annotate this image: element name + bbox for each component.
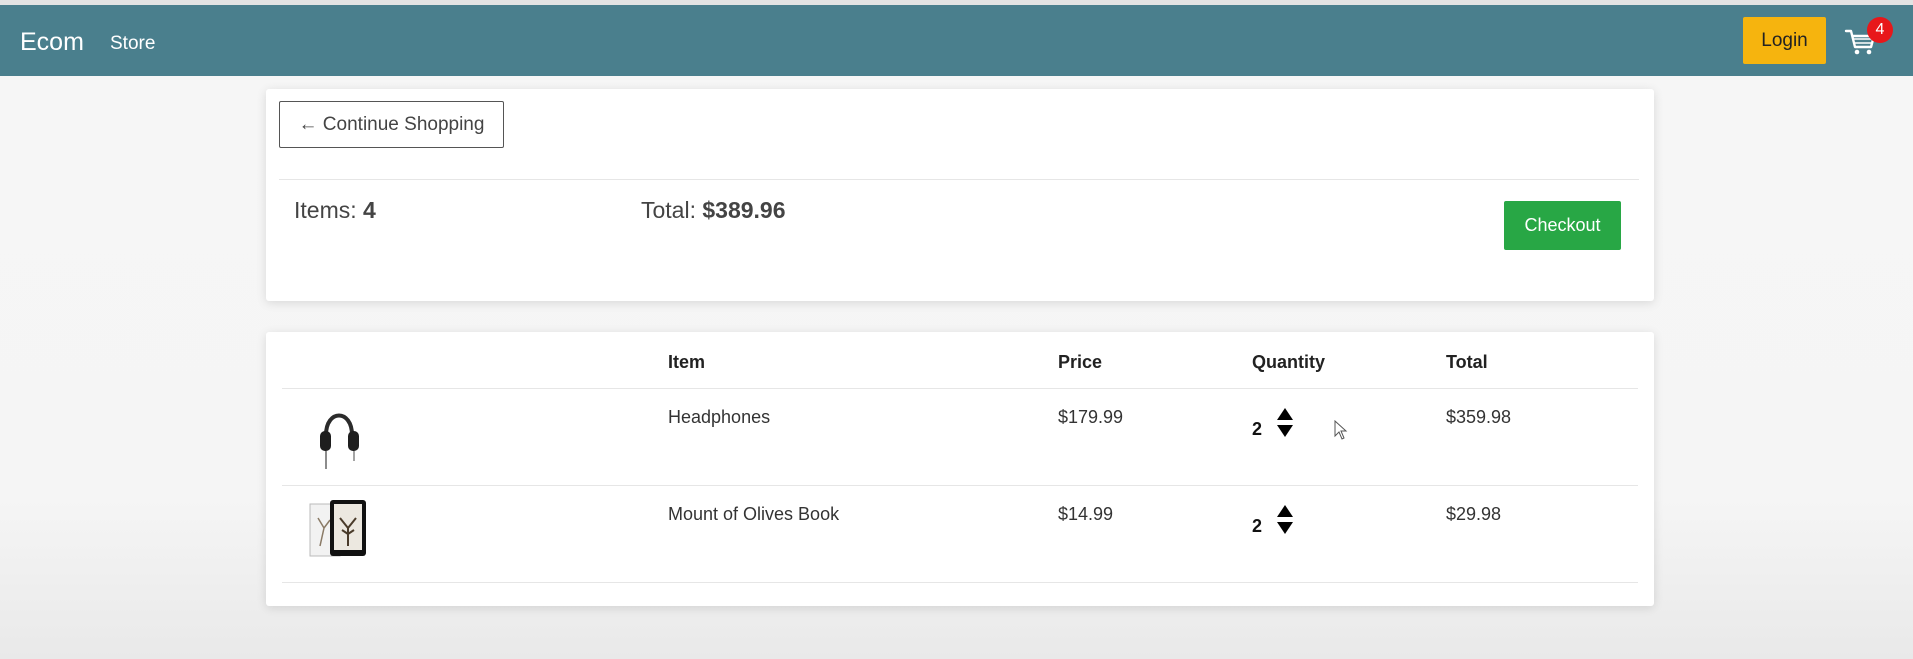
header-total: Total xyxy=(1446,352,1488,372)
item-total: $359.98 xyxy=(1446,407,1512,427)
quantity-increase-arrow-icon[interactable] xyxy=(1276,407,1294,421)
cart-count-badge: 4 xyxy=(1867,17,1893,43)
item-quantity: 2 xyxy=(1252,516,1263,536)
item-quantity: 2 xyxy=(1252,419,1263,439)
brand-logo[interactable]: Ecom xyxy=(20,27,84,57)
items-value: 4 xyxy=(363,197,376,223)
row-divider xyxy=(282,582,1638,583)
continue-shopping-button[interactable]: ← Continue Shopping xyxy=(279,101,504,148)
checkout-button[interactable]: Checkout xyxy=(1504,201,1621,250)
header-item: Item xyxy=(668,352,706,372)
header-price: Price xyxy=(1058,352,1103,372)
table-row: Headphones $179.99 2 $359.98 xyxy=(282,389,1638,485)
headphones-thumbnail xyxy=(320,413,359,469)
items-label: Items: xyxy=(294,197,357,223)
cart-total: Total: $389.96 xyxy=(641,197,786,224)
cart-items-table: Item Price Quantity Total Headphones $17… xyxy=(266,332,1654,606)
total-value: $389.96 xyxy=(702,197,786,223)
table-row: Mount of Olives Book $14.99 2 $29.98 xyxy=(282,486,1638,582)
item-price: $179.99 xyxy=(1058,407,1124,427)
navbar: Ecom Store Login 4 xyxy=(0,5,1913,76)
item-total: $29.98 xyxy=(1446,504,1502,524)
cart-summary-card: ← Continue Shopping Items: 4 Total: $389… xyxy=(266,89,1654,301)
items-count: Items: 4 xyxy=(294,197,376,224)
summary-divider xyxy=(279,179,1639,180)
item-name: Mount of Olives Book xyxy=(668,504,840,524)
mouse-cursor-icon xyxy=(1334,420,1348,440)
item-name: Headphones xyxy=(668,407,771,427)
item-price: $14.99 xyxy=(1058,504,1114,524)
quantity-increase-arrow-icon[interactable] xyxy=(1276,504,1294,518)
header-quantity: Quantity xyxy=(1252,352,1326,372)
nav-link-store[interactable]: Store xyxy=(110,32,155,56)
quantity-decrease-arrow-icon[interactable] xyxy=(1276,424,1294,438)
login-button[interactable]: Login xyxy=(1743,17,1826,64)
book-thumbnail xyxy=(309,500,366,557)
total-label: Total: xyxy=(641,197,696,223)
quantity-decrease-arrow-icon[interactable] xyxy=(1276,521,1294,535)
